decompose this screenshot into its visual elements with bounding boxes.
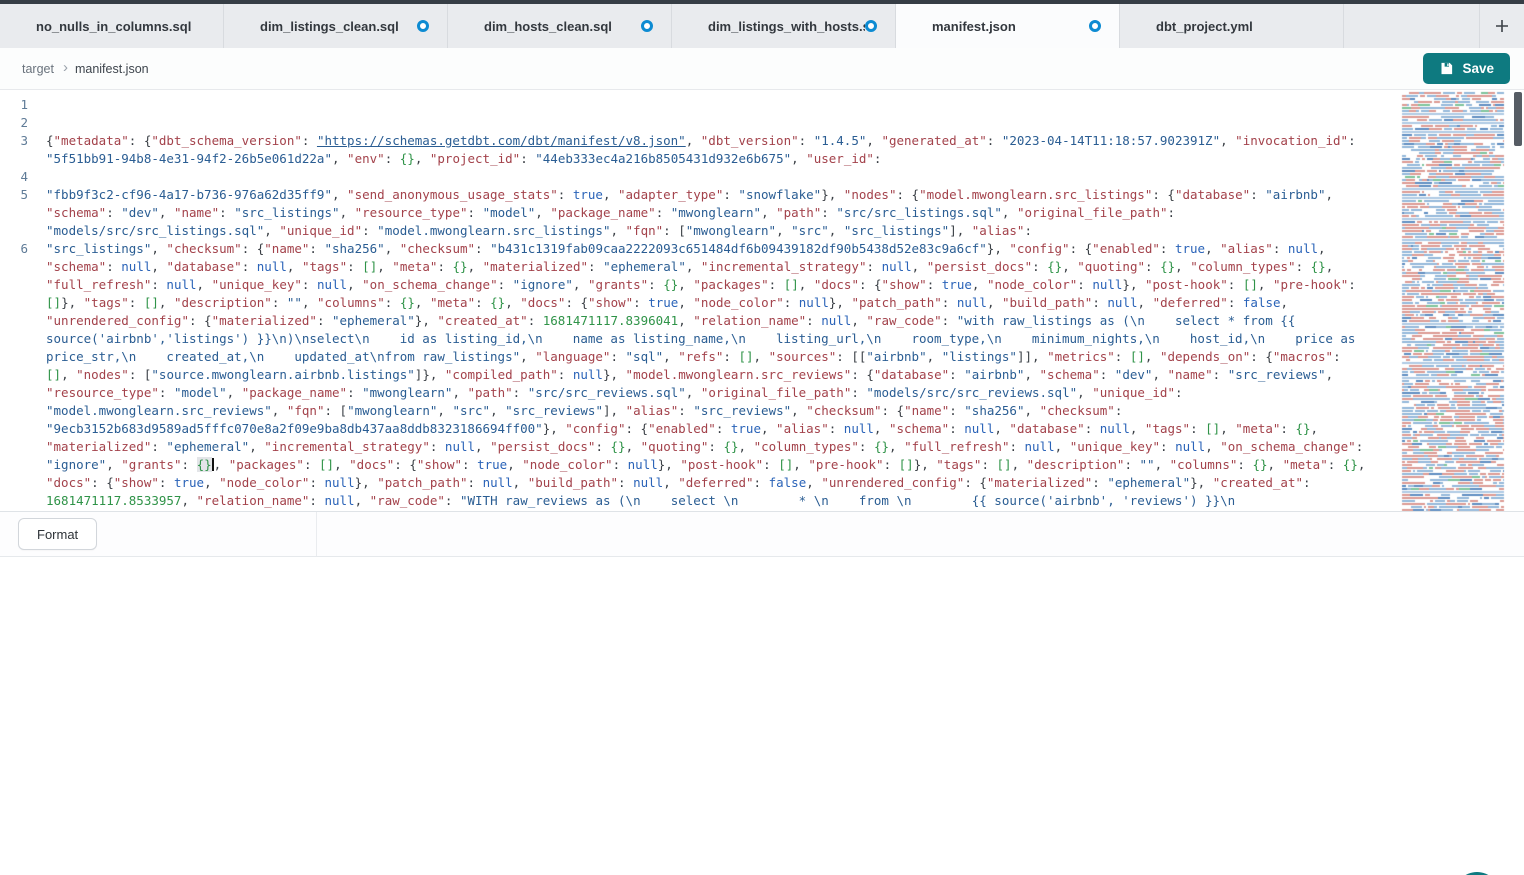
- tab-manifest-json[interactable]: manifest.json: [896, 4, 1120, 48]
- line-content: [46, 114, 1370, 132]
- code-line-3[interactable]: 3{"metadata": {"dbt_schema_version": "ht…: [0, 132, 1392, 168]
- editor-footer-bar: Format: [0, 512, 1524, 557]
- text-caret: [212, 458, 214, 471]
- tab-label: no_nulls_in_columns.sql: [36, 19, 191, 34]
- plus-icon: [1494, 18, 1510, 34]
- scrollbar-thumb[interactable]: [1514, 92, 1522, 146]
- save-button[interactable]: Save: [1423, 53, 1510, 84]
- code-content: 123{"metadata": {"dbt_schema_version": "…: [0, 96, 1392, 512]
- format-button[interactable]: Format: [18, 518, 97, 550]
- code-line-2[interactable]: 2: [0, 114, 1392, 132]
- save-button-label: Save: [1462, 61, 1494, 76]
- unsaved-changes-dot-icon[interactable]: [417, 20, 429, 32]
- line-content: {"metadata": {"dbt_schema_version": "htt…: [46, 132, 1370, 168]
- tab-label: dim_hosts_clean.sql: [484, 19, 612, 34]
- code-line-5[interactable]: 5"fbb9f3c2-cf96-4a17-b736-976a62d35ff9",…: [0, 186, 1392, 240]
- unsaved-changes-dot-icon[interactable]: [1089, 20, 1101, 32]
- line-number: 2: [0, 114, 46, 132]
- line-number: 6: [0, 240, 46, 512]
- tab-label: manifest.json: [932, 19, 1016, 34]
- editor-tab-bar: no_nulls_in_columns.sql dim_listings_clea…: [0, 4, 1524, 48]
- line-number: 3: [0, 132, 46, 168]
- code-line-6[interactable]: 6"src_listings", "checksum": {"name": "s…: [0, 240, 1392, 512]
- code-editor[interactable]: 123{"metadata": {"dbt_schema_version": "…: [0, 90, 1524, 512]
- save-floppy-icon: [1439, 61, 1454, 76]
- editor-minimap[interactable]: [1400, 90, 1511, 512]
- line-content: "fbb9f3c2-cf96-4a17-b736-976a62d35ff9", …: [46, 186, 1370, 240]
- breadcrumb-folder: target: [22, 62, 54, 76]
- ide-window: no_nulls_in_columns.sql dim_listings_clea…: [0, 0, 1524, 875]
- code-line-4[interactable]: 4: [0, 168, 1392, 186]
- tab-dim-hosts-clean-sql[interactable]: dim_hosts_clean.sql: [448, 4, 672, 48]
- unsaved-changes-dot-icon[interactable]: [641, 20, 653, 32]
- tabbar-spacer: [1344, 4, 1480, 48]
- line-number: 4: [0, 168, 46, 186]
- line-content: "src_listings", "checksum": {"name": "sh…: [46, 240, 1370, 512]
- tab-label: dim_listings_with_hosts.sql: [708, 19, 865, 34]
- unsaved-changes-dot-icon[interactable]: [865, 20, 877, 32]
- line-number: 1: [0, 96, 46, 114]
- tab-dim-listings-with-hosts-sql[interactable]: dim_listings_with_hosts.sql: [672, 4, 896, 48]
- tab-dbt-project-yml[interactable]: dbt_project.yml: [1120, 4, 1344, 48]
- new-tab-button[interactable]: [1480, 4, 1524, 48]
- results-panel-empty: [0, 557, 1524, 829]
- footer-panel-divider: [316, 512, 317, 556]
- tab-label: dim_listings_clean.sql: [260, 19, 399, 34]
- code-line-1[interactable]: 1: [0, 96, 1392, 114]
- editor-scrollbar[interactable]: [1513, 90, 1523, 512]
- breadcrumb-bar: target › manifest.json Save: [0, 48, 1524, 90]
- tab-no-nulls-in-columns-sql[interactable]: no_nulls_in_columns.sql: [0, 4, 224, 48]
- chevron-right-icon: ›: [63, 59, 68, 76]
- tabs-container: no_nulls_in_columns.sql dim_listings_clea…: [0, 4, 1344, 48]
- tab-label: dbt_project.yml: [1156, 19, 1253, 34]
- line-content: [46, 96, 1370, 114]
- line-content: [46, 168, 1370, 186]
- line-number: 5: [0, 186, 46, 240]
- breadcrumb-filename: manifest.json: [75, 62, 149, 76]
- tab-dim-listings-clean-sql[interactable]: dim_listings_clean.sql: [224, 4, 448, 48]
